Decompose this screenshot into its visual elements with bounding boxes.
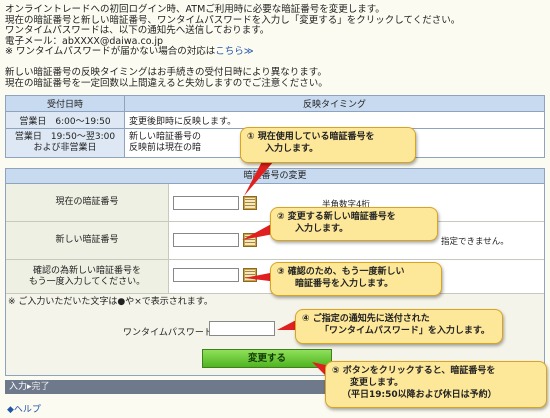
callout-text: 変更します。 [350,378,404,388]
cell-when-line1: 営業日 19:50～翌3:00 [14,132,116,142]
callout-text: ② 変更する新しい暗証番号を [277,212,396,222]
callout-text: 「ワンタイムパスワード」を入力します。 [320,326,490,336]
header-reflection-timing: 反映タイミング [124,95,545,112]
callout-step5: ⑤ ボタンをクリックすると、暗証番号を 変更します。 （平日19:50以降および… [325,361,547,408]
timing-notice: 新しい暗証番号の反映タイミングはお手続きの受付日時により異なります。 現在の暗証… [5,67,328,89]
table-row: 営業日 6:00～19:50 変更後即時に反映します。 [5,111,545,129]
callout-step2: ② 変更する新しい暗証番号を 入力します。 [270,207,438,241]
callout-text: 暗証番号を入力します。 [295,279,394,289]
callout-text: 入力します。 [265,144,319,154]
form-title: 暗証番号の変更 [6,169,544,184]
cell-when-line2: および非営業日 [33,143,97,153]
confirm-label-line2: もう一度入力してください。 [28,276,146,287]
step-input: 入力 [9,382,28,392]
header-reception-time: 受付日時 [5,95,125,112]
current-pin-label: 現在の暗証番号 [6,184,169,221]
cell-timing: 変更後即時に反映します。 [124,111,545,129]
callout-step3: ③ 確認のため、もう一度新しい 暗証番号を入力します。 [270,262,442,296]
submit-button[interactable]: 変更する [202,349,332,368]
callout-text: ④ ご指定の通知先に送付された [302,314,430,324]
step-done: 完了 [31,382,50,392]
current-pin-input[interactable] [173,196,239,210]
intro-line: オンライントレードへの初回ログイン時、ATMご利用時に必要な暗証番号を変更します… [5,4,385,15]
software-keyboard-icon[interactable] [243,196,257,210]
notice-line: 現在の暗証番号を一定回数以上間違えると失効しますのでご注意ください。 [5,77,328,89]
callout-step4: ④ ご指定の通知先に送付された 「ワンタイムパスワード」を入力します。 [295,309,503,344]
masked-note: ※ ご入力いただいた文字は●や×で表示されます。 [8,297,213,307]
notice-line: 新しい暗証番号の反映タイミングはお手続きの受付日時により異なります。 [5,67,327,78]
confirm-label-line1: 確認の為新しい暗証番号を [32,265,141,276]
callout-step1: ① 現在使用している暗証番号を 入力します。 [240,127,416,163]
otp-input[interactable] [209,321,275,336]
help-link[interactable]: ◆ヘルプ [7,402,41,415]
confirm-pin-input[interactable] [173,268,239,282]
otp-help-link[interactable]: こちら≫ [215,46,253,57]
intro-line: ワンタイムパスワードは、以下の通知先へ送信しております。 [5,25,270,36]
intro-note: ※ ワンタイムパスワードが届かない場合の対応は [5,46,216,57]
new-pin-input[interactable] [173,233,239,247]
software-keyboard-icon[interactable] [243,233,257,247]
software-keyboard-icon[interactable] [243,268,257,282]
intro-text: オンライントレードへの初回ログイン時、ATMご利用時に必要な暗証番号を変更します… [5,4,545,58]
confirm-pin-label: 確認の為新しい暗証番号を もう一度入力してください。 [6,260,169,293]
new-pin-hint: 指定できません。 [441,237,509,247]
cell-when: 営業日 6:00～19:50 [5,111,125,129]
otp-label: ワンタイムパスワード [123,328,213,338]
callout-text: ③ 確認のため、もう一度新しい [277,267,405,277]
callout-text: （平日19:50以降および休日は予約） [342,390,497,400]
cell-when: 営業日 19:50～翌3:00 および非営業日 [5,128,125,158]
callout-text: ① 現在使用している暗証番号を [247,132,375,142]
new-pin-label: 新しい暗証番号 [6,222,169,259]
callout-text: ⑤ ボタンをクリックすると、暗証番号を [332,366,496,376]
callout-text: 入力します。 [295,224,349,234]
intro-line: ※ ワンタイムパスワードが届かない場合の対応はこちら≫ [5,46,545,58]
